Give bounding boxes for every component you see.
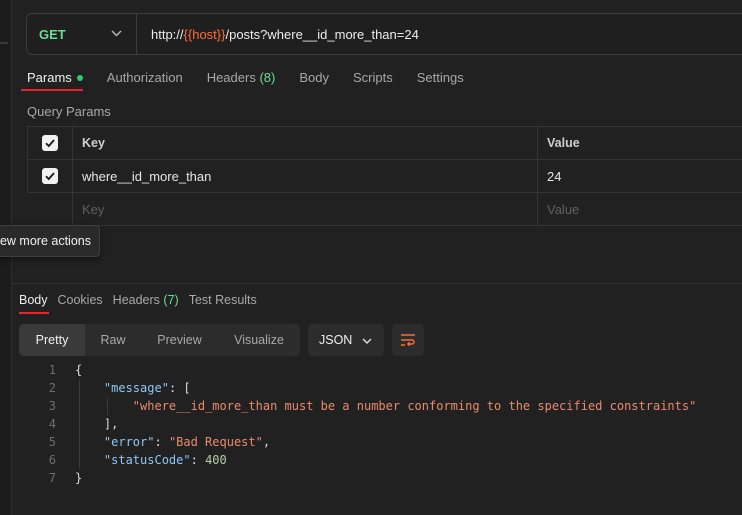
line-number: 4 <box>48 417 56 431</box>
response-tab-underline <box>19 312 49 314</box>
tab-cookies[interactable]: Cookies <box>58 293 103 307</box>
code-text: } <box>75 469 82 487</box>
select-all-cell <box>27 127 73 159</box>
url-prefix: http:// <box>151 26 184 42</box>
tab-response-headers[interactable]: Headers (7) <box>113 293 179 307</box>
query-params-title: Query Params <box>27 104 111 119</box>
json-number: 400 <box>205 453 227 467</box>
line-number: 6 <box>48 453 56 467</box>
code-line: 6 "statusCode": 400 <box>0 451 742 469</box>
code-text: "error": "Bad Request", <box>103 435 271 449</box>
close-brace: } <box>75 471 83 485</box>
code-line: 5 "error": "Bad Request", <box>0 433 742 451</box>
table-row: where__id_more_than 24 <box>27 160 742 193</box>
new-value-input[interactable]: Value <box>538 193 742 225</box>
line-number: 5 <box>48 435 56 449</box>
chevron-down-icon <box>362 333 372 347</box>
format-mode-group: Pretty Raw Preview Visualize <box>19 324 300 356</box>
url-path: /posts?where__id_more_than=24 <box>225 26 419 42</box>
json-string: "Bad Request" <box>168 435 263 449</box>
rail-marker <box>0 42 8 44</box>
query-params-table: Key Value where__id_more_than 24 Key Val… <box>27 126 742 226</box>
format-pretty-button[interactable]: Pretty <box>19 324 85 356</box>
code-text: "message": [ <box>75 379 191 397</box>
empty-check-cell <box>27 193 73 225</box>
line-number: 3 <box>48 399 56 413</box>
code-line: 1{ <box>0 361 742 379</box>
code-line: 3 "where__id_more_than must be a number … <box>0 397 742 415</box>
code-text: ], <box>75 415 118 433</box>
row-enabled-checkbox[interactable] <box>42 168 58 184</box>
tab-response-headers-label: Headers <box>112 293 160 307</box>
response-tabs: Body Cookies Headers (7) Test Results <box>19 293 267 307</box>
params-active-dot <box>76 74 83 81</box>
code-line: 7} <box>0 469 742 487</box>
tab-authorization[interactable]: Authorization <box>107 70 183 85</box>
json-string: "where__id_more_than must be a number co… <box>132 399 697 413</box>
json-key: "statusCode" <box>103 453 191 467</box>
json-punct: : [ <box>168 381 191 395</box>
table-header-row: Key Value <box>27 127 742 160</box>
wrap-lines-button[interactable] <box>392 324 424 356</box>
more-actions-tooltip: View more actions <box>0 225 100 257</box>
language-label: JSON <box>319 333 353 347</box>
tab-body[interactable]: Body <box>299 70 329 85</box>
tab-headers-label: Headers <box>206 70 256 85</box>
tab-params[interactable]: Params <box>27 70 83 85</box>
checkmark-icon <box>45 172 55 181</box>
json-punct: ], <box>103 417 119 431</box>
pane-divider[interactable] <box>12 283 742 284</box>
response-body-viewer[interactable]: 1{ 2 "message": [ 3 "where__id_more_than… <box>0 361 742 487</box>
tab-test-results[interactable]: Test Results <box>189 293 257 307</box>
code-text: "where__id_more_than must be a number co… <box>75 397 697 415</box>
checkmark-icon <box>45 139 55 148</box>
url-host-variable: {{host}} <box>183 26 226 42</box>
language-dropdown[interactable]: JSON <box>308 324 384 356</box>
tab-settings[interactable]: Settings <box>417 70 464 85</box>
param-value-cell[interactable]: 24 <box>538 160 742 192</box>
url-bar: GET http://{{host}}/posts?where__id_more… <box>26 13 742 55</box>
code-line: 4 ], <box>0 415 742 433</box>
table-row-empty: Key Value <box>27 193 742 226</box>
active-tab-underline <box>21 89 83 91</box>
line-number: 2 <box>48 381 56 395</box>
json-key: "error" <box>103 435 155 449</box>
open-brace: { <box>75 363 83 377</box>
tab-scripts[interactable]: Scripts <box>353 70 393 85</box>
column-header-key: Key <box>73 127 538 159</box>
tab-headers[interactable]: Headers (8) <box>207 70 276 85</box>
code-text: "statusCode": 400 <box>103 453 227 467</box>
tab-response-body[interactable]: Body <box>19 293 48 307</box>
method-dropdown[interactable]: GET <box>27 14 137 54</box>
format-raw-button[interactable]: Raw <box>85 324 141 356</box>
json-key: "message" <box>103 381 169 395</box>
tab-headers-count: (8) <box>259 70 276 85</box>
line-number: 1 <box>48 363 56 377</box>
tab-response-headers-count: (7) <box>163 293 179 307</box>
line-number: 7 <box>48 471 56 485</box>
new-key-input[interactable]: Key <box>73 193 538 225</box>
request-tabs: Params Authorization Headers (8) Body Sc… <box>27 70 488 85</box>
row-check-cell <box>27 160 73 192</box>
url-input[interactable]: http://{{host}}/posts?where__id_more_tha… <box>137 27 419 42</box>
column-header-value: Value <box>547 136 580 150</box>
chevron-down-icon <box>111 28 122 40</box>
select-all-checkbox[interactable] <box>42 135 58 151</box>
wrap-lines-icon <box>401 334 415 347</box>
tab-params-label: Params <box>27 70 72 85</box>
code-text: { <box>75 361 82 379</box>
format-preview-button[interactable]: Preview <box>141 324 218 356</box>
method-label: GET <box>39 26 66 42</box>
code-line: 2 "message": [ <box>0 379 742 397</box>
format-visualize-button[interactable]: Visualize <box>218 324 300 356</box>
param-key-cell[interactable]: where__id_more_than <box>73 160 538 192</box>
